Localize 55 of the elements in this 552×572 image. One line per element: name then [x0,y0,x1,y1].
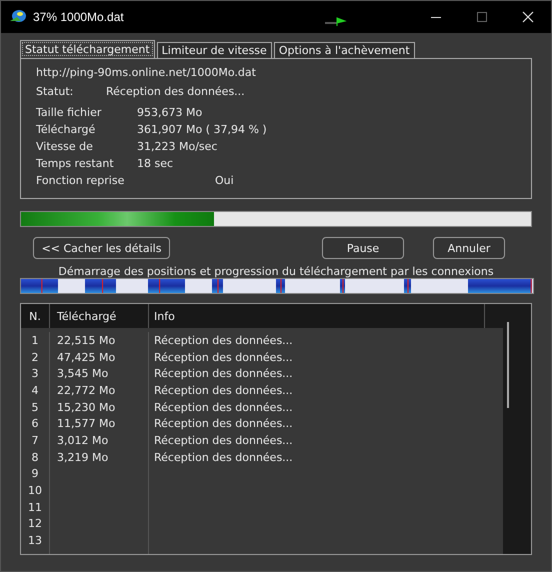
scrollbar-thumb[interactable] [507,322,509,408]
table-cell: 22,515 Mo [57,334,116,347]
tab[interactable]: Statut téléchargement [20,40,155,58]
table-cell: Réception des données... [154,367,293,380]
table-cell: 22,772 Mo [57,384,116,397]
row-number: 11 [28,500,42,514]
table-cell: 3,545 Mo [57,367,108,380]
field-label: Téléchargé [36,123,96,136]
file-url: http://ping-90ms.online.net/1000Mo.dat [36,66,257,81]
field-value: 361,907 Mo ( 37,94 % ) [137,123,267,136]
window-title: 37% 1000Mo.dat [33,10,124,24]
table-cell: Réception des données... [154,400,293,414]
field-label: Temps restant [36,157,115,170]
close-icon [522,11,534,23]
field-value: Réception des données... [106,85,245,98]
connections-caption: Démarrage des positions et progression du téléchargement par les connexions [57,265,495,279]
tab[interactable]: Limiteur de vitesse [156,42,272,58]
field-value: Oui [215,174,234,187]
tab[interactable]: Options à l'achèvement [274,42,415,58]
app-logo-icon [9,9,27,25]
row-number: 12 [28,517,42,530]
field-label: Fonction reprise [36,174,126,187]
table-cell: Réception des données... [154,350,293,364]
table-cell: 3,219 Mo [57,450,108,464]
row-number: 8 [32,450,38,464]
row-number: 5 [32,400,38,414]
table-cell: 15,230 Mo [57,400,116,414]
field-value: 953,673 Mo [137,106,202,119]
table-cell: 47,425 Mo [57,350,116,364]
row-number: 9 [32,467,38,480]
table-cell: Réception des données... [154,334,293,347]
table-cell: 11,577 Mo [57,417,116,430]
row-number: 2 [32,350,38,364]
field-label: Taille fichier [36,106,102,119]
row-number: 3 [32,367,38,380]
table-cell: 3,012 Mo [57,434,108,447]
row-number: 4 [32,384,38,397]
row-number: 13 [28,534,42,548]
table-cell: Réception des données... [154,384,293,397]
table-cell: Réception des données... [154,417,293,430]
field-label: Statut: [36,85,74,98]
field-label: Vitesse de [36,140,94,153]
hide-details-button[interactable]: << Cacher les détails [33,237,170,259]
row-number: 1 [32,334,38,347]
field-value: 18 sec [137,157,174,170]
maximize-icon [476,11,488,23]
table-cell: Réception des données... [154,434,293,447]
row-number: 6 [32,417,38,430]
pause-button[interactable]: Pause [322,237,404,259]
row-number: 10 [28,484,42,498]
field-value: 31,223 Mo/sec [137,140,218,153]
cancel-button[interactable]: Annuler [433,237,505,259]
row-number: 7 [32,434,38,447]
table-cell: Réception des données... [154,450,293,464]
flag-icon [325,17,347,27]
